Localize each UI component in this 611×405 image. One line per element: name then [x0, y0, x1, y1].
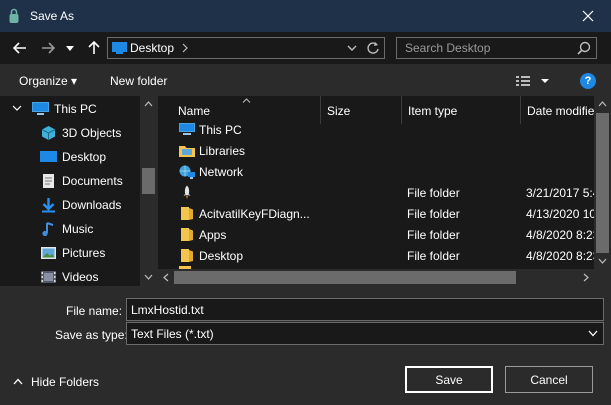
- sidebar-item-label: Pictures: [62, 246, 106, 260]
- refresh-icon[interactable]: [366, 40, 380, 56]
- search-box: [396, 37, 597, 59]
- list-item[interactable]: Apps File folder 4/8/2020 8:23: [158, 224, 594, 245]
- sidebar-item-pictures[interactable]: Pictures: [0, 241, 140, 265]
- arrow-left-icon: [13, 42, 26, 54]
- window-title: Save As: [30, 9, 75, 23]
- sidebar-item-videos[interactable]: Videos: [0, 265, 140, 286]
- folder-icon: [181, 207, 193, 220]
- horizontal-scroll-thumb[interactable]: [174, 271, 516, 284]
- address-bar[interactable]: Desktop: [107, 37, 385, 59]
- folder-icon: [181, 228, 193, 241]
- close-button[interactable]: [565, 0, 611, 32]
- file-list-horizontal-scrollbar[interactable]: [158, 269, 594, 286]
- scroll-up-icon[interactable]: [598, 101, 607, 107]
- recent-locations-button[interactable]: [63, 38, 77, 58]
- cube-icon: [41, 126, 56, 140]
- save-button[interactable]: Save: [405, 366, 493, 393]
- hide-folders-label: Hide Folders: [31, 375, 100, 389]
- desktop-icon: [112, 42, 127, 54]
- chevron-down-icon: [66, 45, 74, 51]
- computer-icon: [32, 102, 49, 115]
- close-icon: [582, 10, 594, 22]
- document-icon: [43, 174, 54, 188]
- address-dropdown-icon[interactable]: [346, 41, 358, 55]
- back-button[interactable]: [10, 38, 30, 58]
- sidebar-item-music[interactable]: Music: [0, 217, 140, 241]
- file-list-vertical-scrollbar[interactable]: [594, 96, 611, 269]
- hide-folders-button[interactable]: Hide Folders: [12, 375, 102, 389]
- arrow-right-icon: [42, 42, 55, 54]
- save-as-type-value: Text Files (*.txt): [131, 327, 214, 341]
- sidebar-item-label: This PC: [54, 102, 97, 116]
- cancel-button[interactable]: Cancel: [505, 366, 593, 393]
- app-lock-icon: [9, 8, 19, 23]
- file-name-label: File name:: [66, 304, 123, 318]
- sidebar-item-label: Documents: [62, 174, 123, 188]
- list-item[interactable]: Libraries: [158, 140, 594, 161]
- forward-button[interactable]: [38, 38, 58, 58]
- scroll-up-icon[interactable]: [144, 101, 153, 107]
- rocket-icon: [183, 185, 191, 199]
- view-details-icon: [516, 76, 549, 86]
- list-item[interactable]: Network: [158, 161, 594, 182]
- chevron-right-icon[interactable]: [182, 41, 188, 55]
- sidebar-item-label: Music: [62, 222, 94, 236]
- navigation-pane: This PC 3D Objects Desktop Documents Dow…: [0, 96, 157, 286]
- video-icon: [41, 271, 56, 283]
- folder-icon: [181, 249, 193, 262]
- file-name-field: [126, 298, 604, 321]
- picture-icon: [41, 247, 56, 259]
- vertical-scroll-thumb[interactable]: [596, 113, 609, 253]
- arrow-up-icon: [88, 41, 100, 54]
- libraries-icon: [179, 146, 195, 157]
- computer-icon: [179, 123, 195, 135]
- sidebar-item-label: Desktop: [62, 150, 107, 164]
- file-list: Name Size Item type Date modified This P…: [158, 96, 611, 286]
- network-icon: [179, 165, 195, 179]
- view-options-button[interactable]: [515, 74, 551, 90]
- chevron-down-icon: [588, 330, 598, 337]
- breadcrumb-desktop[interactable]: Desktop: [130, 41, 174, 55]
- sidebar-item-label: 3D Objects: [62, 126, 122, 140]
- organize-button[interactable]: Organize ▾: [19, 74, 77, 88]
- list-item[interactable]: Desktop File folder 4/8/2020 8:23: [158, 245, 594, 266]
- new-folder-button[interactable]: New folder: [110, 74, 167, 88]
- sidebar-scrollbar[interactable]: [140, 96, 157, 286]
- title-bar: Save As: [0, 0, 611, 32]
- file-name-input[interactable]: [127, 299, 603, 320]
- sidebar-item-desktop[interactable]: Desktop: [0, 145, 140, 169]
- up-button[interactable]: [84, 38, 104, 58]
- save-as-type-label: Save as type:: [55, 328, 128, 342]
- list-item[interactable]: File folder 3/21/2017 5:4: [158, 182, 594, 203]
- music-icon: [42, 222, 54, 237]
- scrollbar-corner: [594, 269, 611, 286]
- chevron-up-icon: [13, 378, 23, 385]
- desktop-icon: [40, 151, 57, 162]
- download-icon: [42, 198, 55, 213]
- list-item[interactable]: AcitvatilKeyFDiagn... File folder 4/13/2…: [158, 203, 594, 224]
- search-icon[interactable]: [577, 41, 591, 55]
- sidebar-item-downloads[interactable]: Downloads: [0, 193, 140, 217]
- sidebar-item-documents[interactable]: Documents: [0, 169, 140, 193]
- sidebar-item-label: Downloads: [62, 198, 122, 212]
- search-input[interactable]: [397, 38, 573, 58]
- chevron-down-icon[interactable]: [12, 104, 22, 112]
- sidebar-scroll-thumb[interactable]: [142, 168, 155, 194]
- help-icon[interactable]: ?: [580, 73, 596, 89]
- save-as-type-select[interactable]: Text Files (*.txt): [126, 322, 604, 345]
- scroll-down-icon[interactable]: [144, 274, 153, 280]
- sidebar-item-label: Videos: [62, 270, 99, 284]
- sidebar-item-3d-objects[interactable]: 3D Objects: [0, 121, 140, 145]
- list-item[interactable]: This PC: [158, 119, 594, 140]
- sidebar-item-this-pc[interactable]: This PC: [0, 97, 140, 121]
- scroll-left-icon[interactable]: [163, 273, 169, 282]
- scroll-down-icon[interactable]: [598, 258, 607, 264]
- scroll-right-icon[interactable]: [583, 273, 589, 282]
